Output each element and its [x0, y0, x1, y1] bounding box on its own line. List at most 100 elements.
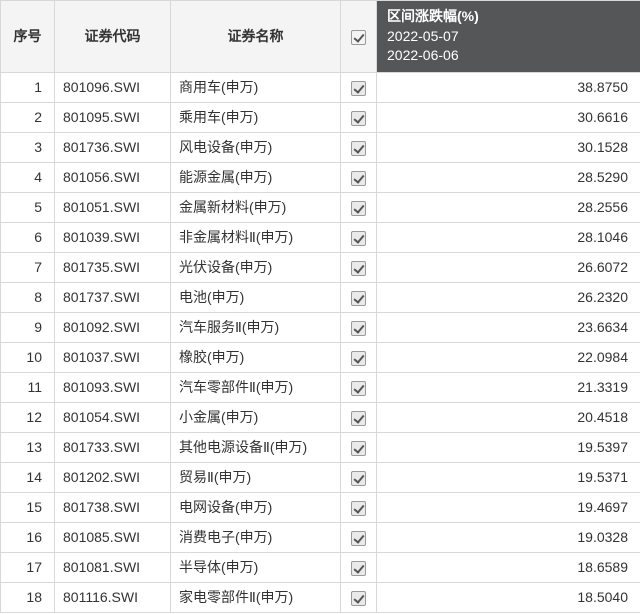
table-row[interactable]: 4801056.SWI能源金属(申万)28.5290	[1, 162, 640, 192]
table-row[interactable]: 17801081.SWI半导体(申万)18.6589	[1, 552, 640, 582]
cell-checkbox[interactable]	[341, 312, 377, 342]
table-row[interactable]: 11801093.SWI汽车零部件Ⅱ(申万)21.3319	[1, 372, 640, 402]
cell-code: 801039.SWI	[55, 222, 171, 252]
cell-index: 14	[1, 462, 55, 492]
cell-change: 20.4518	[377, 402, 640, 432]
cell-checkbox[interactable]	[341, 492, 377, 522]
table-row[interactable]: 8801737.SWI电池(申万)26.2320	[1, 282, 640, 312]
cell-index: 6	[1, 222, 55, 252]
cell-change: 18.6589	[377, 552, 640, 582]
cell-index: 18	[1, 582, 55, 612]
cell-index: 15	[1, 492, 55, 522]
cell-name: 能源金属(申万)	[171, 162, 341, 192]
cell-checkbox[interactable]	[341, 462, 377, 492]
checkbox-icon	[351, 321, 366, 336]
cell-code: 801202.SWI	[55, 462, 171, 492]
cell-index: 12	[1, 402, 55, 432]
header-index[interactable]: 序号	[1, 1, 55, 73]
header-change[interactable]: 区间涨跌幅(%) 2022-05-07 2022-06-06	[377, 1, 640, 73]
cell-name: 光伏设备(申万)	[171, 252, 341, 282]
cell-name: 橡胶(申万)	[171, 342, 341, 372]
checkbox-icon	[351, 561, 366, 576]
table-row[interactable]: 18801116.SWI家电零部件Ⅱ(申万)18.5040	[1, 582, 640, 612]
checkbox-icon	[351, 381, 366, 396]
table-row[interactable]: 14801202.SWI贸易Ⅱ(申万)19.5371	[1, 462, 640, 492]
cell-checkbox[interactable]	[341, 282, 377, 312]
cell-code: 801081.SWI	[55, 552, 171, 582]
cell-change: 18.5040	[377, 582, 640, 612]
cell-code: 801056.SWI	[55, 162, 171, 192]
cell-change: 19.5371	[377, 462, 640, 492]
cell-name: 风电设备(申万)	[171, 132, 341, 162]
cell-change: 28.1046	[377, 222, 640, 252]
cell-checkbox[interactable]	[341, 132, 377, 162]
cell-code: 801738.SWI	[55, 492, 171, 522]
checkbox-icon	[351, 351, 366, 366]
cell-change: 26.6072	[377, 252, 640, 282]
header-code[interactable]: 证券代码	[55, 1, 171, 73]
cell-checkbox[interactable]	[341, 252, 377, 282]
cell-index: 2	[1, 102, 55, 132]
table-row[interactable]: 10801037.SWI橡胶(申万) 22.0984	[1, 342, 640, 372]
cell-name: 汽车服务Ⅱ(申万)	[171, 312, 341, 342]
cell-change: 28.2556	[377, 192, 640, 222]
cell-checkbox[interactable]	[341, 522, 377, 552]
table-row[interactable]: 13801733.SWI其他电源设备Ⅱ(申万)19.5397	[1, 432, 640, 462]
cell-checkbox[interactable]	[341, 582, 377, 612]
checkbox-icon	[351, 141, 366, 156]
cell-name: 非金属材料Ⅱ(申万)	[171, 222, 341, 252]
cell-checkbox[interactable]	[341, 72, 377, 102]
cell-index: 10	[1, 342, 55, 372]
checkbox-icon	[351, 30, 366, 45]
cell-name: 汽车零部件Ⅱ(申万)	[171, 372, 341, 402]
header-checkbox-all[interactable]	[341, 1, 377, 73]
table-row[interactable]: 7801735.SWI光伏设备(申万)26.6072	[1, 252, 640, 282]
cell-checkbox[interactable]	[341, 162, 377, 192]
cell-change: 30.6616	[377, 102, 640, 132]
cell-index: 4	[1, 162, 55, 192]
cell-change: 19.0328	[377, 522, 640, 552]
cell-name: 商用车(申万)	[171, 72, 341, 102]
cell-index: 16	[1, 522, 55, 552]
cell-name: 电网设备(申万)	[171, 492, 341, 522]
table-row[interactable]: 12801054.SWI小金属(申万)20.4518	[1, 402, 640, 432]
cell-index: 1	[1, 72, 55, 102]
securities-table: 序号 证券代码 证券名称 区间涨跌幅(%) 2022-05-07 2022-06…	[0, 0, 640, 613]
cell-change: 19.5397	[377, 432, 640, 462]
table-row[interactable]: 6801039.SWI非金属材料Ⅱ(申万) 28.1046	[1, 222, 640, 252]
header-name[interactable]: 证券名称	[171, 1, 341, 73]
table-row[interactable]: 2801095.SWI乘用车(申万)30.6616	[1, 102, 640, 132]
cell-change: 38.8750	[377, 72, 640, 102]
cell-code: 801093.SWI	[55, 372, 171, 402]
table-row[interactable]: 16801085.SWI消费电子(申万)19.0328	[1, 522, 640, 552]
cell-code: 801037.SWI	[55, 342, 171, 372]
checkbox-icon	[351, 111, 366, 126]
cell-code: 801733.SWI	[55, 432, 171, 462]
cell-checkbox[interactable]	[341, 402, 377, 432]
cell-checkbox[interactable]	[341, 552, 377, 582]
cell-name: 乘用车(申万)	[171, 102, 341, 132]
cell-checkbox[interactable]	[341, 372, 377, 402]
cell-index: 17	[1, 552, 55, 582]
cell-code: 801092.SWI	[55, 312, 171, 342]
cell-change: 30.1528	[377, 132, 640, 162]
cell-change: 22.0984	[377, 342, 640, 372]
cell-index: 3	[1, 132, 55, 162]
table-row[interactable]: 15801738.SWI电网设备(申万)19.4697	[1, 492, 640, 522]
cell-checkbox[interactable]	[341, 222, 377, 252]
table-row[interactable]: 3801736.SWI风电设备(申万)30.1528	[1, 132, 640, 162]
cell-checkbox[interactable]	[341, 432, 377, 462]
cell-checkbox[interactable]	[341, 342, 377, 372]
checkbox-icon	[351, 231, 366, 246]
cell-index: 7	[1, 252, 55, 282]
cell-change: 26.2320	[377, 282, 640, 312]
cell-checkbox[interactable]	[341, 102, 377, 132]
cell-checkbox[interactable]	[341, 192, 377, 222]
table-row[interactable]: 1801096.SWI商用车(申万)38.8750	[1, 72, 640, 102]
cell-code: 801051.SWI	[55, 192, 171, 222]
table-row[interactable]: 5801051.SWI金属新材料(申万)28.2556	[1, 192, 640, 222]
checkbox-icon	[351, 261, 366, 276]
checkbox-icon	[351, 531, 366, 546]
table-row[interactable]: 9801092.SWI汽车服务Ⅱ(申万)23.6634	[1, 312, 640, 342]
cell-name: 家电零部件Ⅱ(申万)	[171, 582, 341, 612]
